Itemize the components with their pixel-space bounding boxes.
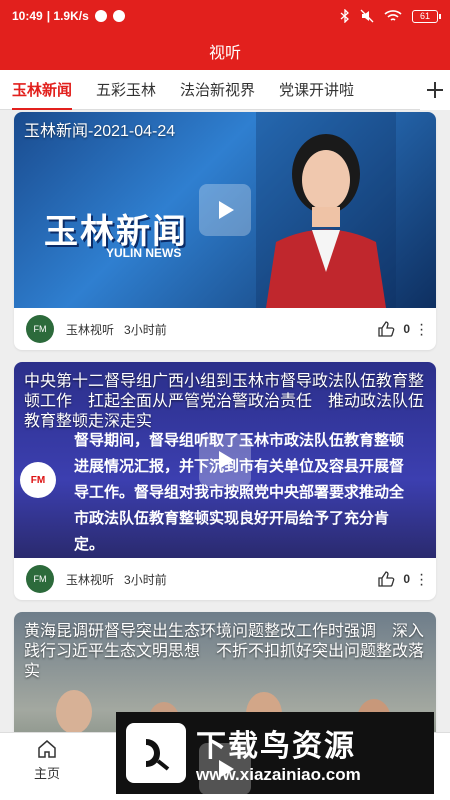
battery-level: 61 bbox=[419, 11, 430, 21]
tab-party-lecture[interactable]: 党课开讲啦 bbox=[267, 70, 366, 110]
play-icon bbox=[219, 201, 234, 219]
station-badge: FM bbox=[20, 462, 56, 498]
thumbs-up-icon[interactable] bbox=[377, 570, 395, 588]
play-button[interactable] bbox=[199, 184, 251, 236]
video-thumbnail[interactable]: 玉林新闻-2021-04-24 玉林新闻 YULIN NEWS bbox=[14, 112, 436, 308]
play-icon bbox=[219, 451, 234, 469]
source-name[interactable]: 玉林视听 bbox=[66, 321, 114, 338]
watermark-banner: 下载鸟资源 www.xiazainiao.com bbox=[116, 712, 434, 794]
video-meta: FM 玉林视听 3小时前 0 · · · bbox=[14, 558, 436, 600]
page-title: 视听 bbox=[208, 45, 241, 62]
play-button[interactable] bbox=[199, 742, 251, 795]
video-card[interactable]: 玉林新闻-2021-04-24 玉林新闻 YULIN NEWS FM 玉林视听 … bbox=[14, 112, 436, 350]
like-count: 0 bbox=[403, 572, 410, 586]
status-time: 10:49 bbox=[12, 9, 43, 23]
watermark-logo bbox=[126, 723, 186, 783]
play-button[interactable] bbox=[199, 434, 251, 486]
thumbs-up-icon[interactable] bbox=[377, 320, 395, 338]
video-card[interactable]: 中央第十二督导组广西小组到玉林市督导政法队伍教育整顿工作 扛起全面从严管党治警政… bbox=[14, 362, 436, 600]
video-headline: 黄海昆调研督导突出生态环境问题整改工作时强调 深入践行习近平生态文明思想 不折不… bbox=[24, 623, 425, 680]
program-logo-sub: YULIN NEWS bbox=[106, 246, 182, 260]
more-options-icon[interactable]: · · · bbox=[418, 316, 424, 342]
source-name[interactable]: 玉林视听 bbox=[66, 571, 114, 588]
status-bar: 10:49 | 1.9K/s 61 bbox=[0, 0, 450, 32]
app-notification-icon bbox=[112, 10, 125, 22]
nav-home-label: 主页 bbox=[33, 766, 60, 781]
tab-rule-of-law[interactable]: 法治新视界 bbox=[168, 70, 267, 110]
play-icon bbox=[219, 759, 234, 778]
mute-icon bbox=[360, 9, 374, 23]
publish-time: 3小时前 bbox=[124, 322, 167, 337]
video-feed: 玉林新闻-2021-04-24 玉林新闻 YULIN NEWS FM 玉林视听 … bbox=[14, 112, 436, 800]
channel-tabs: 玉林新闻 五彩玉林 法治新视界 党课开讲啦 bbox=[0, 69, 450, 110]
video-headline: 玉林新闻-2021-04-24 bbox=[24, 123, 176, 140]
app-header: 视听 bbox=[0, 32, 450, 70]
home-icon bbox=[38, 740, 56, 758]
bluetooth-icon bbox=[340, 9, 349, 23]
video-headline: 中央第十二督导组广西小组到玉林市督导政法队伍教育整顿工作 扛起全面从严管党治警政… bbox=[24, 373, 425, 430]
video-thumbnail[interactable]: 中央第十二督导组广西小组到玉林市督导政法队伍教育整顿工作 扛起全面从严管党治警政… bbox=[14, 362, 436, 558]
avatar[interactable]: FM bbox=[26, 565, 54, 593]
plus-icon bbox=[427, 81, 443, 98]
status-network-speed: | 1.9K/s bbox=[46, 9, 89, 23]
nav-home[interactable]: 主页 bbox=[22, 739, 72, 782]
tab-colorful-yulin[interactable]: 五彩玉林 bbox=[84, 70, 168, 110]
battery-icon: 61 bbox=[412, 9, 441, 23]
wifi-icon bbox=[384, 10, 402, 21]
like-count: 0 bbox=[403, 322, 410, 336]
add-tab-button[interactable] bbox=[420, 69, 450, 110]
avatar[interactable]: FM bbox=[26, 315, 54, 343]
tab-yulin-news[interactable]: 玉林新闻 bbox=[0, 70, 84, 110]
more-options-icon[interactable]: · · · bbox=[418, 566, 424, 592]
bird-icon bbox=[146, 739, 170, 771]
video-meta: FM 玉林视听 3小时前 0 · · · bbox=[14, 308, 436, 350]
publish-time: 3小时前 bbox=[124, 572, 167, 587]
notification-icon bbox=[94, 10, 107, 22]
